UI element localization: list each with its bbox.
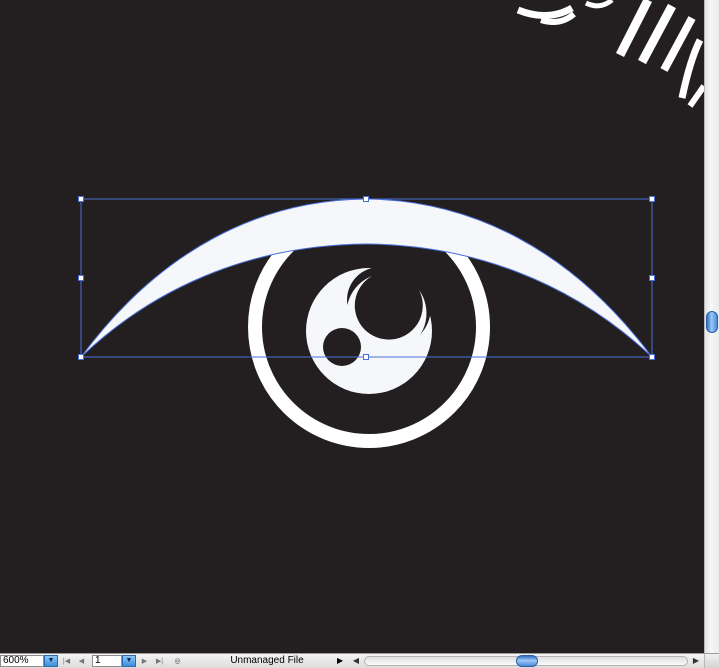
handle-top-center[interactable]	[363, 196, 369, 202]
handle-middle-right[interactable]	[649, 275, 655, 281]
eye-artwork[interactable]	[0, 0, 704, 653]
triangle-right-icon: ▶	[337, 656, 344, 665]
horizontal-scroll-thumb[interactable]	[516, 655, 538, 667]
next-page-icon: ▶	[141, 658, 148, 665]
last-page-button[interactable]: ▶|	[154, 656, 165, 667]
triangle-right-icon: ▶	[692, 656, 700, 665]
iris[interactable]	[306, 266, 432, 394]
scroll-right-button[interactable]: ▶	[690, 655, 702, 667]
prev-page-button[interactable]: ◀	[76, 656, 87, 667]
partial-text-art[interactable]	[516, 0, 704, 108]
window-resize-corner[interactable]	[704, 653, 719, 668]
first-page-button[interactable]: |◀	[61, 656, 72, 667]
zoom-dropdown-button[interactable]: ▼	[44, 655, 58, 667]
scroll-left-button[interactable]: ◀	[350, 655, 362, 667]
chevron-down-icon: ▼	[125, 657, 133, 664]
vertical-scroll-thumb[interactable]	[706, 311, 718, 333]
status-bar: 600% ▼ |◀ ◀ 1 ▼ ▶ ▶| ◎ Unmanaged File ▶ …	[0, 653, 719, 668]
chevron-down-icon: ▼	[47, 657, 55, 664]
zoom-field[interactable]: 600%	[0, 655, 44, 667]
horizontal-scrollbar[interactable]: ◀ ▶	[350, 654, 704, 668]
artboard-canvas[interactable]	[0, 0, 704, 653]
handle-top-right[interactable]	[649, 196, 655, 202]
page-dropdown-button[interactable]: ▼	[122, 655, 136, 667]
triangle-left-icon: ◀	[352, 656, 360, 665]
handle-bottom-left[interactable]	[78, 354, 84, 360]
last-page-icon: ▶|	[155, 658, 164, 665]
status-menu-button[interactable]: ▶	[337, 655, 343, 667]
handle-bottom-center[interactable]	[363, 354, 369, 360]
prev-page-icon: ◀	[78, 658, 85, 665]
version-cue-button[interactable]: ◎	[172, 656, 183, 667]
handle-bottom-right[interactable]	[649, 354, 655, 360]
illustrator-document-window: 600% ▼ |◀ ◀ 1 ▼ ▶ ▶| ◎ Unmanaged File ▶ …	[0, 0, 719, 668]
file-status-text[interactable]: Unmanaged File	[187, 655, 347, 667]
page-number-field[interactable]: 1	[92, 655, 122, 667]
version-cue-icon: ◎	[174, 658, 181, 665]
handle-top-left[interactable]	[78, 196, 84, 202]
next-page-button[interactable]: ▶	[139, 656, 150, 667]
first-page-icon: |◀	[62, 658, 71, 665]
handle-middle-left[interactable]	[78, 275, 84, 281]
vertical-scrollbar[interactable]	[704, 0, 719, 653]
